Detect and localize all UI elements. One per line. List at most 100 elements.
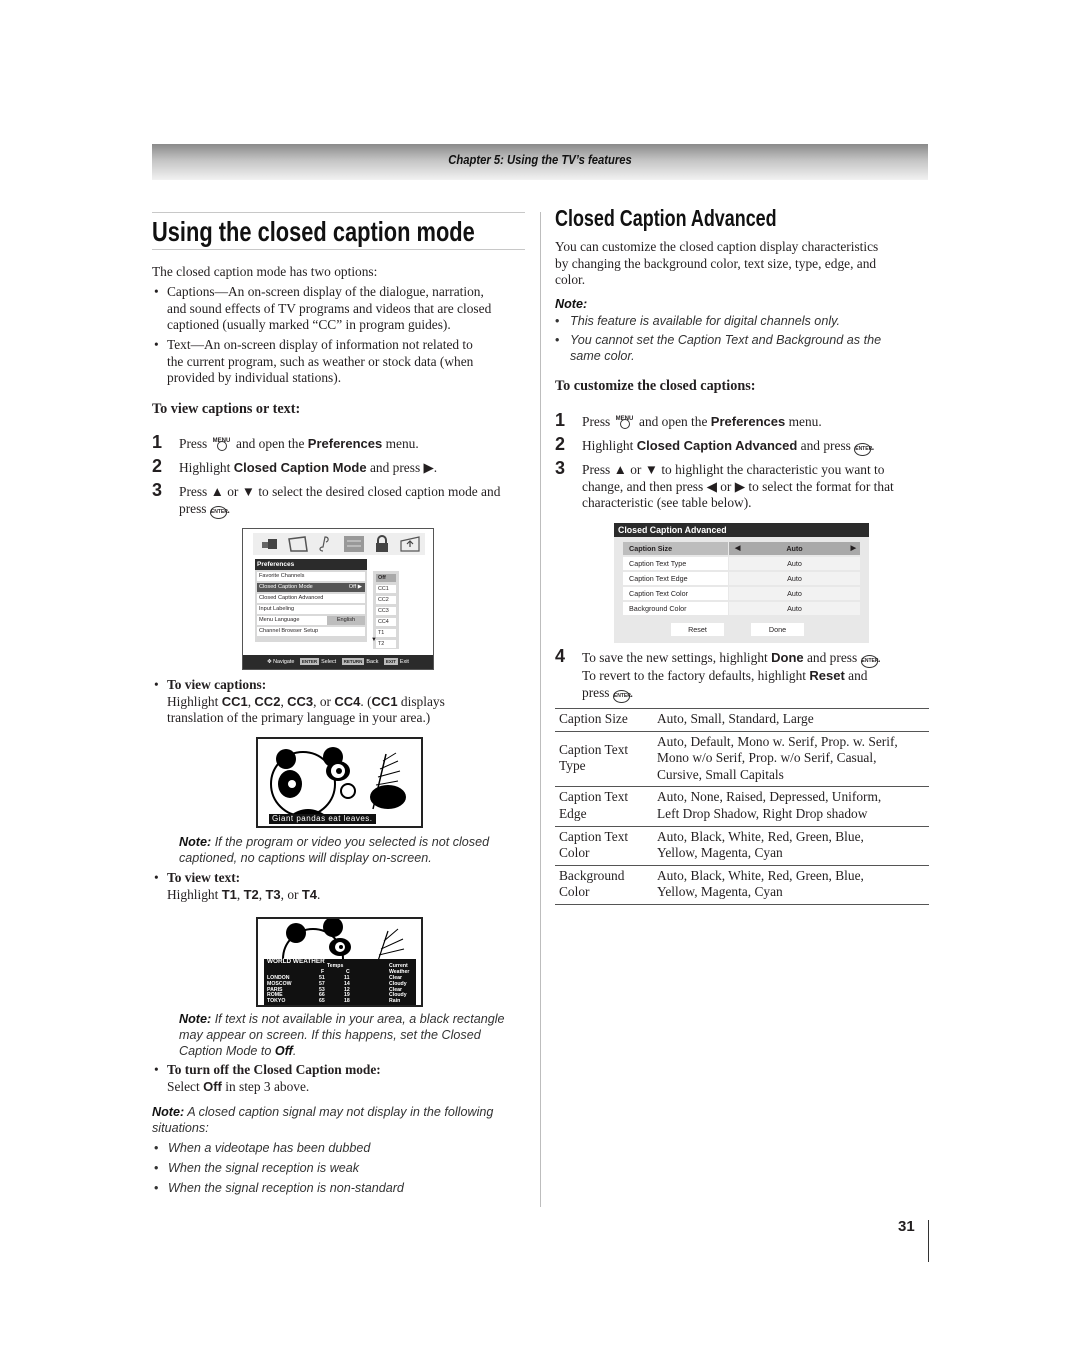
menu-row-channel-browser[interactable]: Channel Browser Setup [257,627,365,636]
lock-icon [376,535,388,552]
reset-button[interactable]: Reset [671,623,724,636]
cca-row-value: Auto [729,572,860,585]
bullet: • [154,284,159,299]
turn-off-line: Select Off in step 3 above. [167,1079,532,1096]
text: Select [167,1078,200,1094]
left-arrow-icon[interactable]: ◀ [735,542,740,555]
preferences-panel: Favorite Channels Closed Caption Mode Off… [255,570,367,642]
column-divider [540,212,541,1207]
view-captions-line: translation of the primary language in y… [167,710,431,726]
preferences-icon [344,536,364,552]
option-values-line: Yellow, Magenta, Cyan [657,845,783,861]
weather-cell-c: 18 [344,998,350,1005]
bullet: • [154,1161,159,1175]
note-label: Note: [179,835,212,849]
note-label: Note: [152,1105,185,1119]
cc-option[interactable]: Off [376,574,396,582]
cca-row-text-edge[interactable]: Caption Text Edge Auto [623,572,860,585]
menu-row-label: Menu Language [259,617,300,623]
exit-key-icon: EXIT [383,658,398,665]
cca-row-value: Auto [729,557,860,570]
text: displays [400,693,445,709]
option-values-line: Yellow, Magenta, Cyan [657,884,783,900]
option-name-line: Edge [559,805,587,821]
note-list-item: • When the signal reception is non-standa… [152,1180,532,1196]
step-text: Press [179,436,208,451]
menu-row-cc-advanced[interactable]: Closed Caption Advanced [257,594,365,603]
cc-options-list: Off CC1 CC2 CC3 CC4 T1 T2 ▼ [371,571,399,649]
note-text: When a videotape has been dubbed [168,1141,371,1155]
world-weather-text-panel: WORLD WEATHER Temps Current F C Weather … [264,958,416,1005]
intro-line: by changing the background color, text s… [555,255,877,271]
cc-option[interactable]: T2 [376,640,396,648]
done-label: Done [771,650,804,665]
preferences-panel-title: Preferences [255,559,367,570]
right-arrow-icon[interactable]: ▶ [851,542,856,555]
menu-row-value: Off ▶ [348,584,362,590]
option-values: Auto, Default, Mono w. Serif, Prop. w. S… [657,731,929,787]
menu-row-menu-language[interactable]: Menu Language English [257,616,365,625]
weather-cell-city: TOKYO [267,998,286,1005]
options-table-row: Caption Size Auto, Small, Standard, Large [555,708,929,732]
navigate-pad-icon: ✥ [267,659,272,665]
intro-line: color. [555,272,586,288]
note-list-item: • When the signal reception is weak [152,1160,532,1176]
note-label: Note: [555,297,588,311]
step-text: Press [582,414,611,429]
weather-cell-f: 65 [319,998,325,1005]
option-line: the current program, such as weather or … [167,353,474,369]
step-number: 1 [555,410,566,430]
option-values-line: Mono w/o Serif, Prop. w/o Serif, Casual, [657,750,877,766]
scroll-down-arrow-icon: ▼ [371,637,377,643]
option-values: Auto, Small, Standard, Large [657,709,929,732]
cca-row-background-color[interactable]: Background Color Auto [623,602,860,615]
cca-row-caption-size[interactable]: Caption Size ◀ Auto ▶ [623,542,860,555]
cc-option[interactable]: CC4 [376,618,396,626]
subheading-view: To view captions or text: [152,401,301,417]
step-number: 3 [152,480,163,500]
cca-row-text-color[interactable]: Caption Text Color Auto [623,587,860,600]
bullet: • [154,1062,159,1077]
step-number: 1 [152,432,163,452]
picture-icon [262,539,277,549]
option-name: Caption Text Type [555,731,657,787]
cc4-label: CC4 [334,693,361,709]
cc-option[interactable]: T1 [376,629,396,637]
note-text: same color. [570,349,635,363]
cc2-label: CC2 [254,693,281,709]
option-line: Captions—An on-screen display of the dia… [167,284,484,299]
cc-option[interactable]: CC2 [376,596,396,604]
menu-row-label: Channel Browser Setup [259,628,319,634]
note-text: situations: [152,1121,209,1135]
music-icon [319,536,329,552]
option-line: provided by individual stations). [167,370,342,386]
note-text: If text is not available in your area, a… [214,1012,505,1026]
step-text: and press [800,438,851,453]
cc-option[interactable]: CC1 [376,585,396,593]
menu-row-input-labeling[interactable]: Input Labeling [257,605,365,614]
cca-row-text-type[interactable]: Caption Text Type Auto [623,557,860,570]
bullet: • [154,677,159,692]
cc1-label: CC1 [371,693,398,709]
option-captions: • Captions—An on-screen display of the d… [152,284,532,334]
menu-row-value: English [327,616,365,625]
step-text: and [848,668,868,683]
page-number: 31 [898,1218,915,1235]
reset-label: Reset [809,668,845,683]
done-button[interactable]: Done [751,623,804,636]
advanced-intro: You can customize the closed caption dis… [555,239,935,289]
option-values: Auto, None, Raised, Depressed, Uniform, L… [657,787,929,826]
note-text: You cannot set the Caption Text and Back… [570,333,882,347]
menu-row-cc-mode[interactable]: Closed Caption Mode Off ▶ [257,583,365,592]
view-captions-heading: To view captions: [167,677,267,692]
menu-icon-circle [216,441,227,451]
cca-row-label: Background Color [623,602,728,615]
cca-row-value-box: ◀ Auto ▶ [729,542,860,555]
cca-row-value: Auto [729,602,860,615]
step-text: and open the [639,414,708,429]
step-text: Press ▲ or ▼ to select the desired close… [179,484,501,499]
step-number: 2 [152,456,163,476]
menu-row-favorite-channels[interactable]: Favorite Channels [257,572,365,581]
step-1-text: Press MENU and open the Preferences menu… [179,436,419,453]
cc-option[interactable]: CC3 [376,607,396,615]
